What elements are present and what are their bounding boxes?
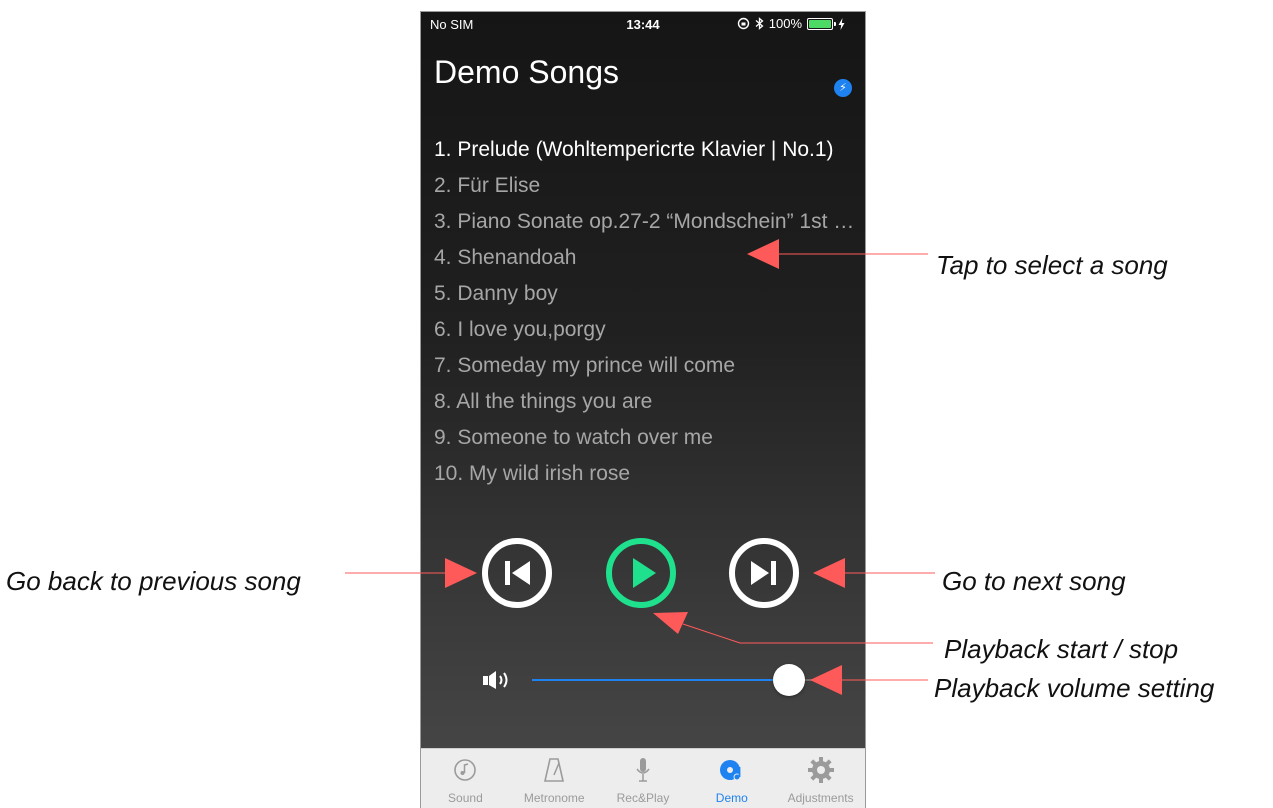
tab-rec-play[interactable]: Rec&Play [599,749,688,808]
bluetooth-badge-icon[interactable]: ⚡ [834,79,852,97]
battery-icon [807,17,836,30]
charging-bolt-icon [838,17,845,30]
status-bar: No SIM 13:44 100% [421,12,865,36]
bluetooth-icon [755,17,764,30]
volume-fill [532,679,790,681]
song-list-item[interactable]: 5. Danny boy [434,281,859,317]
tab-metronome[interactable]: Metronome [510,749,599,808]
microphone-icon [636,758,650,782]
song-list-item[interactable]: 10. My wild irish rose [434,461,859,497]
tab-label: Sound [448,791,483,805]
song-list-item[interactable]: 3. Piano Sonate op.27-2 “Mondschein” 1st… [434,209,859,245]
phone-screen: No SIM 13:44 100% Demo Songs ⚡ 1. Prelud… [421,12,865,808]
metronome-icon [544,758,565,782]
annotation-previous-song: Go back to previous song [6,566,301,596]
song-list-item[interactable]: 4. Shenandoah [434,245,859,281]
tab-label: Rec&Play [616,791,670,805]
song-list-item[interactable]: 6. I love you,porgy [434,317,859,353]
annotation-play-stop: Playback start / stop [944,634,1179,664]
annotation-select-song: Tap to select a song [936,250,1168,280]
song-list-item[interactable]: 9. Someone to watch over me [434,425,859,461]
volume-thumb[interactable] [773,664,806,696]
annotation-volume: Playback volume setting [934,673,1215,703]
battery-percent: 100% [768,16,802,31]
play-pause-button[interactable] [606,538,676,608]
tab-demo[interactable]: Demo [687,749,776,808]
page-title: Demo Songs [434,54,619,90]
skip-next-icon [751,561,776,585]
gear-icon [807,757,834,783]
song-list-item[interactable]: 2. Für Elise [434,173,859,209]
play-icon [633,558,656,588]
next-song-button[interactable] [729,538,799,608]
song-list: 1. Prelude (Wohltempericrte Klavier | No… [434,137,859,497]
song-list-item[interactable]: 7. Someday my prince will come [434,353,859,389]
orientation-lock-icon [737,17,749,30]
speaker-icon [483,671,508,689]
tab-sound[interactable]: Sound [421,749,510,808]
previous-song-button[interactable] [482,538,552,608]
tab-adjustments[interactable]: Adjustments [776,749,865,808]
status-right: 100% [737,16,845,31]
song-list-item[interactable]: 8. All the things you are [434,389,859,425]
tab-label: Metronome [523,791,585,805]
demo-disc-icon [719,760,741,781]
tab-label: Adjustments [787,791,854,805]
tab-bar: Sound Metronome Rec&Play Demo Adjustment… [421,748,865,808]
sound-loop-icon [454,759,477,781]
song-list-item[interactable]: 1. Prelude (Wohltempericrte Klavier | No… [434,137,859,173]
skip-previous-icon [505,561,530,585]
volume-slider[interactable] [532,664,818,696]
volume-control [476,664,836,696]
tab-label: Demo [715,791,748,805]
annotation-next-song: Go to next song [942,566,1126,596]
